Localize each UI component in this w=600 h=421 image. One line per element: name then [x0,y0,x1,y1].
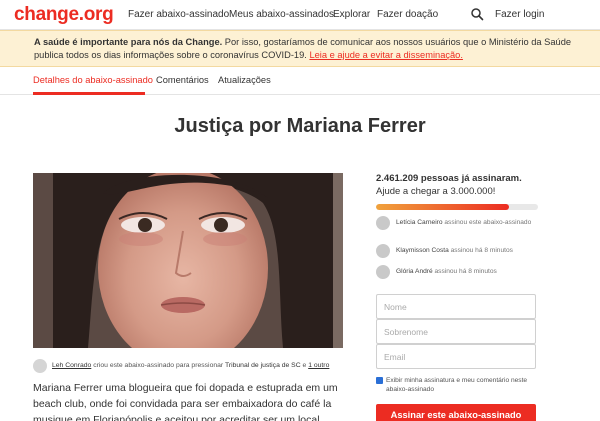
petition-title: Justiça por Mariana Ferrer [174,115,426,137]
signer-avatar [376,216,390,230]
signature-count-number: 2.461.209 pessoas já assinaram. [376,173,522,184]
active-tab-indicator [33,92,145,95]
recent-signer: Klaymisson Costa assinou há 8 minutos [376,244,541,260]
other-decision-makers-link[interactable]: 1 outro [308,362,329,369]
login-link[interactable]: Fazer login [495,9,544,20]
signature-progress-bar [376,204,538,210]
email-input[interactable] [376,344,536,369]
progress-fill [376,204,509,210]
decision-maker-link[interactable]: Tribunal de justiça de SC [225,362,301,369]
signer-action: assinou há 8 minutos [448,247,513,254]
signer-name: Klaymisson Costa [396,247,449,254]
signer-avatar [376,244,390,258]
nav-start-petition[interactable]: Fazer abaixo-assinado [128,9,229,20]
tab-updates[interactable]: Atualizações [218,75,271,85]
sign-petition-button[interactable]: Assinar este abaixo-assinado [376,404,536,421]
last-name-input[interactable] [376,319,536,344]
notice-bold: A saúde é importante para nós da Change. [34,37,223,47]
signer-avatar [376,265,390,279]
petition-description: Mariana Ferrer uma blogueira que foi dop… [33,382,338,421]
signer-action: assinou há 8 minutos [432,268,497,275]
nav-donate[interactable]: Fazer doação [377,9,438,20]
notice-text: A saúde é importante para nós da Change.… [34,36,574,62]
creator-mid-text: criou este abaixo-assinado para pression… [91,362,225,369]
first-name-input[interactable] [376,294,536,319]
recent-signer: Glória André assinou há 8 minutos [376,265,541,281]
creator-avatar[interactable] [33,359,47,373]
signer-name: Letícia Carneiro [396,219,443,226]
petition-photo [33,173,343,348]
change-org-logo[interactable]: change.org [14,4,114,26]
recent-signer: Letícia Carneiro assinou este abaixo-ass… [376,216,541,236]
creator-line: Leh Conrado criou este abaixo-assinado p… [52,362,329,369]
top-navigation: change.org Fazer abaixo-assinado Meus ab… [0,0,600,30]
tab-comments[interactable]: Comentários [156,75,209,85]
notice-link[interactable]: Leia e ajude a evitar a disseminação. [309,50,463,60]
creator-name-link[interactable]: Leh Conrado [52,362,91,369]
display-signature-checkbox[interactable] [376,377,383,384]
signature-count: 2.461.209 pessoas já assinaram. Ajude a … [376,172,541,198]
signer-action: assinou este abaixo-assinado [442,219,532,226]
covid-notice-banner: A saúde é importante para nós da Change.… [0,30,600,67]
display-signature-label: Exibir minha assinatura e meu comentário… [386,377,528,393]
nav-browse[interactable]: Explorar [333,9,370,20]
nav-my-petitions[interactable]: Meus abaixo-assinados [229,9,334,20]
search-icon[interactable] [470,7,484,21]
petition-tabs: Detalhes do abaixo-assinado Comentários … [0,67,600,95]
signer-name: Glória André [396,268,433,275]
tab-petition-details[interactable]: Detalhes do abaixo-assinado [33,75,153,85]
signature-goal-text: Ajude a chegar a 3.000.000! [376,186,496,197]
